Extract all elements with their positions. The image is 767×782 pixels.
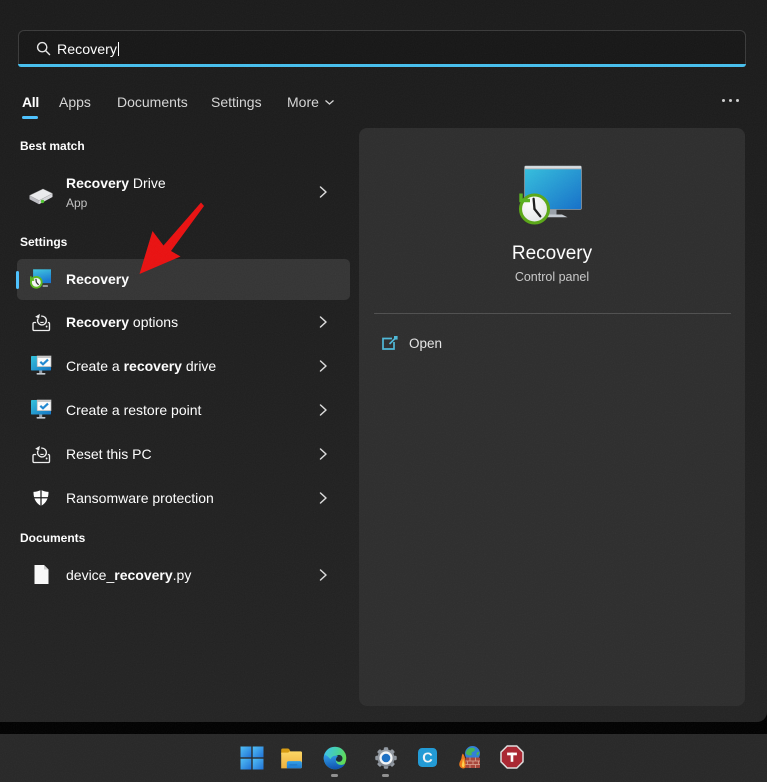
svg-text:C: C bbox=[422, 751, 433, 767]
